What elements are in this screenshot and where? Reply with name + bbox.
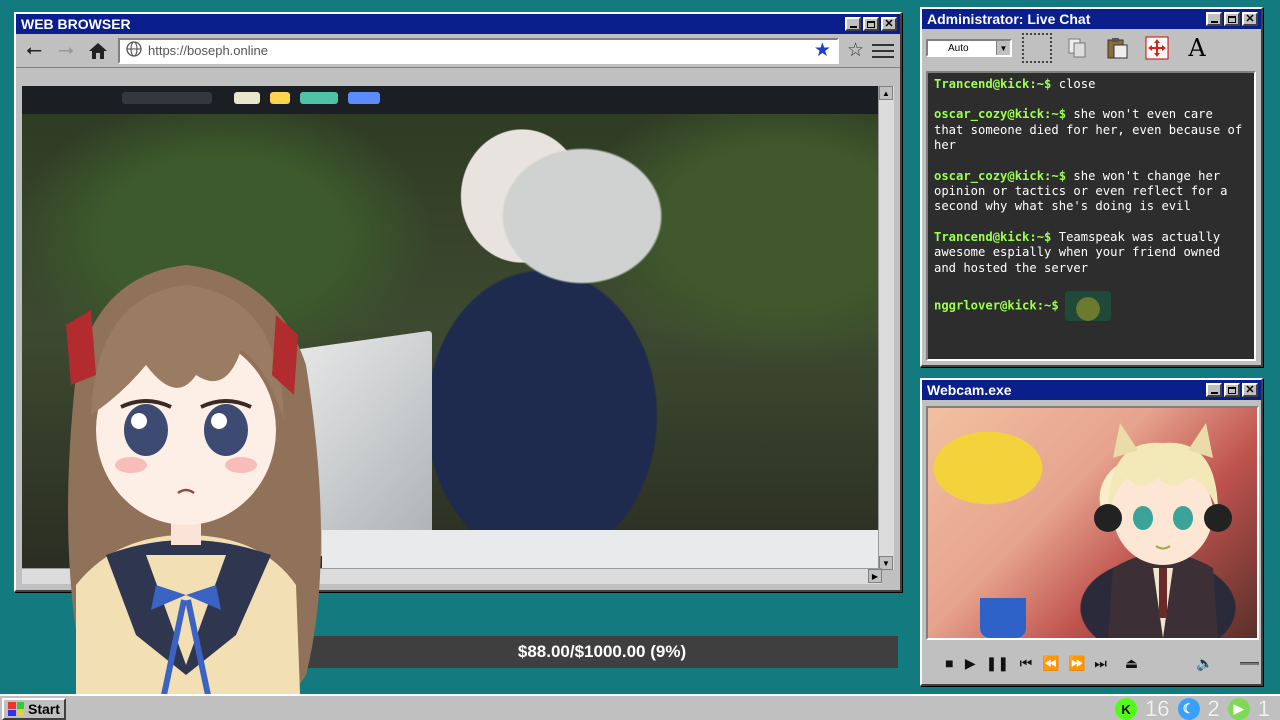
browser-titlebar[interactable]: WEB BROWSER ✕: [16, 14, 900, 34]
skip-end-icon[interactable]: ⏭: [1094, 655, 1107, 672]
hamburger-menu-icon[interactable]: [872, 43, 894, 58]
chat-username[interactable]: Trancend@kick:~$: [934, 77, 1051, 91]
chevron-down-icon[interactable]: ▼: [996, 41, 1010, 55]
scroll-up-arrow-icon[interactable]: ▲: [879, 86, 893, 100]
chat-message: nggrlover@kick:~$: [934, 291, 1248, 322]
webcam-title: Webcam.exe: [927, 382, 1012, 398]
donation-goal-text: $88.00/$1000.00 (9%): [517, 642, 687, 661]
move-icon[interactable]: [1142, 33, 1172, 63]
webcam-view: [926, 406, 1259, 640]
globe-icon: [126, 41, 142, 60]
vtuber-avatar: [66, 265, 321, 720]
webcam-window: Webcam.exe ✕ ■ ▶ ❚❚ ⏮ ⏪ ⏩ ⏭ ⏏ 🔈: [920, 378, 1263, 686]
live-chat-window: Administrator: Live Chat ✕ Auto ▼ A Tran…: [920, 7, 1263, 367]
taskbar: Start K 16 ☾ 2 ▶ 1: [0, 694, 1280, 720]
copy-icon[interactable]: [1062, 33, 1092, 63]
cat-boy-avatar: [1094, 423, 1232, 638]
minimize-button[interactable]: [1206, 12, 1222, 26]
kick-icon[interactable]: K: [1115, 698, 1138, 720]
play-count: 1: [1257, 696, 1270, 720]
start-button[interactable]: Start: [2, 698, 66, 720]
stop-icon[interactable]: ■: [944, 655, 955, 671]
moon-count: 2: [1207, 696, 1220, 720]
minimize-button[interactable]: [1206, 383, 1222, 397]
chat-message: Trancend@kick:~$ close: [934, 77, 1248, 92]
windows-logo-icon: [8, 702, 24, 716]
chat-toolbar: Auto ▼ A: [922, 29, 1261, 67]
moon-icon[interactable]: ☾: [1177, 698, 1200, 720]
chat-username[interactable]: nggrlover@kick:~$: [934, 299, 1059, 313]
embedded-browser-tabs: [22, 86, 882, 114]
pause-icon[interactable]: ❚❚: [986, 655, 1009, 672]
address-bar[interactable]: https://boseph.online ★: [118, 37, 839, 64]
bookmark-star-filled-icon[interactable]: ★: [814, 39, 831, 62]
skip-start-icon[interactable]: ⏮: [1020, 655, 1033, 672]
url-text[interactable]: https://boseph.online: [148, 43, 808, 58]
paste-icon[interactable]: [1102, 33, 1132, 63]
home-icon[interactable]: [86, 39, 110, 63]
maximize-button[interactable]: [1224, 383, 1240, 397]
close-button[interactable]: ✕: [1242, 12, 1258, 26]
browser-title: WEB BROWSER: [21, 16, 131, 32]
frog-emote-icon: [1064, 291, 1111, 322]
chat-message: oscar_cozy@kick:~$ she won't change her …: [934, 169, 1248, 215]
chat-title: Administrator: Live Chat: [927, 11, 1091, 27]
start-label: Start: [28, 701, 60, 717]
back-arrow-icon[interactable]: ⭠: [22, 39, 46, 63]
desktop-icons: [26, 4, 116, 12]
bookmark-star-outline-icon[interactable]: ☆: [847, 39, 864, 62]
select-tool-icon[interactable]: [1022, 33, 1052, 63]
media-controls: ■ ▶ ❚❚ ⏮ ⏪ ⏩ ⏭ ⏏ 🔈: [926, 646, 1259, 680]
fast-forward-icon[interactable]: ⏩: [1068, 655, 1085, 672]
minimize-button[interactable]: [845, 17, 861, 31]
kick-count: 16: [1145, 696, 1170, 720]
chat-message-text: close: [1051, 77, 1096, 91]
text-icon[interactable]: A: [1182, 33, 1212, 63]
dropdown-value: Auto: [948, 42, 969, 54]
webcam-titlebar[interactable]: Webcam.exe ✕: [922, 380, 1261, 400]
chat-message: Trancend@kick:~$ Teamspeak was actually …: [934, 230, 1248, 276]
rewind-icon[interactable]: ⏪: [1042, 655, 1059, 672]
chat-titlebar[interactable]: Administrator: Live Chat ✕: [922, 9, 1261, 29]
vertical-scrollbar[interactable]: ▲ ▼: [878, 86, 894, 570]
close-button[interactable]: ✕: [1242, 383, 1258, 397]
forward-arrow-icon[interactable]: ⭢: [54, 39, 78, 63]
chat-username[interactable]: oscar_cozy@kick:~$: [934, 107, 1066, 121]
volume-slider[interactable]: [1240, 661, 1259, 665]
scroll-right-arrow-icon[interactable]: ▶: [868, 569, 882, 583]
table: [322, 530, 882, 570]
chat-log[interactable]: Trancend@kick:~$ close oscar_cozy@kick:~$…: [926, 71, 1256, 361]
play-icon[interactable]: ▶: [965, 655, 976, 672]
blue-mug: [980, 598, 1026, 638]
maximize-button[interactable]: [863, 17, 879, 31]
chat-username[interactable]: oscar_cozy@kick:~$: [934, 169, 1066, 183]
play-circle-icon[interactable]: ▶: [1227, 698, 1250, 720]
eject-icon[interactable]: ⏏: [1125, 655, 1138, 672]
chat-username[interactable]: Trancend@kick:~$: [934, 230, 1051, 244]
volume-icon[interactable]: 🔈: [1196, 655, 1213, 672]
close-button[interactable]: ✕: [881, 17, 897, 31]
font-size-dropdown[interactable]: Auto ▼: [926, 39, 1012, 57]
browser-navbar: ⭠ ⭢ https://boseph.online ★ ☆: [16, 34, 900, 68]
donation-goal-bar: $88.00/$1000.00 (9%): [306, 636, 898, 668]
maximize-button[interactable]: [1224, 12, 1240, 26]
system-tray: K 16 ☾ 2 ▶ 1: [1115, 696, 1270, 720]
chat-message: oscar_cozy@kick:~$ she won't even care t…: [934, 107, 1248, 153]
